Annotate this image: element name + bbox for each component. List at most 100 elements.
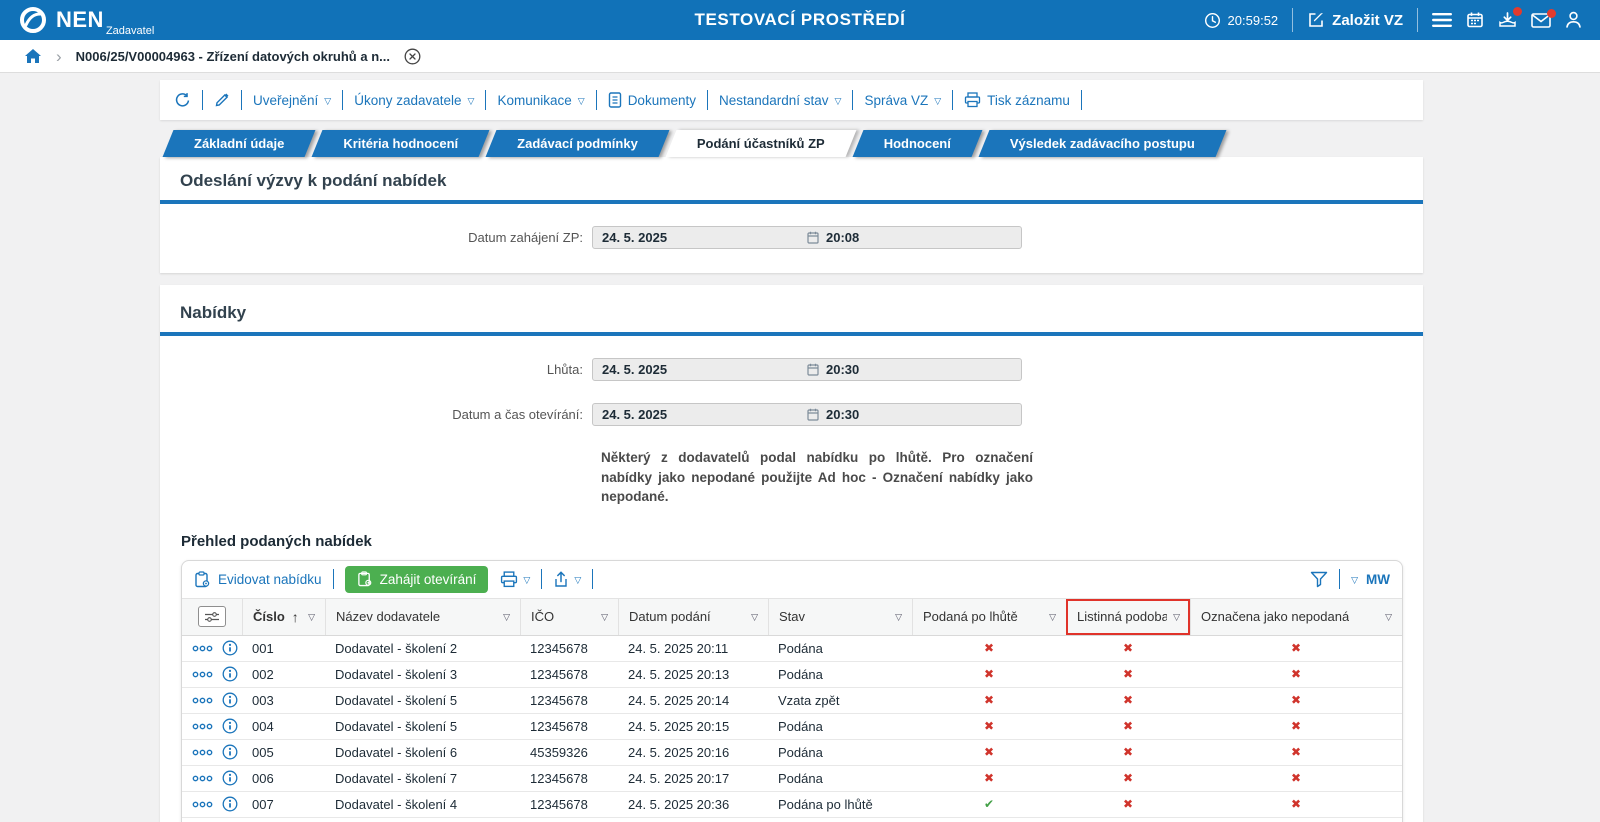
calendar-small-icon <box>807 231 819 244</box>
export-button[interactable]: ▽ <box>553 571 581 588</box>
oteviani-field[interactable]: 24. 5. 2025 20:30 <box>592 403 1022 426</box>
row-menu-icon[interactable] <box>192 775 213 782</box>
time-value: 20:30 <box>826 407 859 422</box>
print-record-button[interactable]: Tisk záznamu <box>964 92 1070 108</box>
cell-podana-po-lhute: ✔ <box>912 797 1066 811</box>
date-value: 24. 5. 2025 <box>593 230 667 245</box>
filter-icon[interactable] <box>1310 571 1328 588</box>
undo-button[interactable] <box>174 92 191 109</box>
tab-5[interactable]: Hodnocení <box>858 130 977 157</box>
column-header-po_lhute[interactable]: Podaná po lhůtě▽ <box>912 599 1066 635</box>
chevron-down-icon: ▽ <box>324 96 331 107</box>
row-menu-icon[interactable] <box>192 749 213 756</box>
tab-3[interactable]: Zadávací podmínky <box>491 130 664 157</box>
cell-oznacena-jako-nepodana: ✖ <box>1190 667 1402 681</box>
chevron-down-icon: ▽ <box>468 96 475 107</box>
cell-listinna-podoba: ✖ <box>1066 719 1190 733</box>
column-header-nepodana[interactable]: Označena jako nepodaná▽ <box>1190 599 1402 635</box>
edit-button[interactable] <box>214 92 230 108</box>
calendar-button[interactable] <box>1466 11 1484 29</box>
cell-datum-podani: 24. 5. 2025 20:36 <box>618 797 768 812</box>
table-row[interactable]: 006 Dodavatel - školení 7 12345678 24. 5… <box>182 766 1402 792</box>
offers-table-header: Číslo↑▽Název dodavatele▽IČO▽Datum podání… <box>182 598 1402 636</box>
row-menu-icon[interactable] <box>192 697 213 704</box>
chevron-down-icon: ▽ <box>934 96 941 107</box>
tab-4[interactable]: Podání účastníků ZP <box>671 130 851 157</box>
chevron-down-icon: ▽ <box>578 96 585 107</box>
evidovat-nabidku-button[interactable]: Evidovat nabídku <box>194 571 322 588</box>
menu-uverejneni[interactable]: Uveřejnění▽ <box>253 93 331 108</box>
menu-ukony-zadavatele[interactable]: Úkony zadavatele▽ <box>354 93 474 108</box>
cell-datum-podani: 24. 5. 2025 20:17 <box>618 771 768 786</box>
cell-stav: Podána po lhůtě <box>768 797 912 812</box>
breadcrumb-item[interactable]: N006/25/V00004963 - Zřízení datových okr… <box>76 49 390 64</box>
tab-1[interactable]: Základní údaje <box>168 130 310 157</box>
datum-zahajeni-field[interactable]: 24. 5. 2025 20:08 <box>592 226 1022 249</box>
column-header-stav[interactable]: Stav▽ <box>768 599 912 635</box>
home-icon[interactable] <box>24 48 42 64</box>
column-header-listinna[interactable]: Listinná podoba▽ <box>1066 599 1190 635</box>
cell-stav: Podána <box>768 771 912 786</box>
column-header-ico[interactable]: IČO▽ <box>520 599 618 635</box>
divider <box>333 569 334 589</box>
column-header-nazev[interactable]: Název dodavatele▽ <box>325 599 520 635</box>
cell-oznacena-jako-nepodana: ✖ <box>1190 771 1402 785</box>
table-row[interactable]: 001 Dodavatel - školení 2 12345678 24. 5… <box>182 636 1402 662</box>
lhuta-field[interactable]: 24. 5. 2025 20:30 <box>592 358 1022 381</box>
table-row[interactable]: 005 Dodavatel - školení 6 45359326 24. 5… <box>182 740 1402 766</box>
row-menu-icon[interactable] <box>192 671 213 678</box>
close-icon[interactable] <box>404 48 421 65</box>
row-menu-icon[interactable] <box>192 723 213 730</box>
table-row[interactable]: 003 Dodavatel - školení 5 12345678 24. 5… <box>182 688 1402 714</box>
chevron-right-icon: › <box>56 48 62 65</box>
menu-nestandardni-stav[interactable]: Nestandardní stav▽ <box>719 93 841 108</box>
row-info-icon[interactable] <box>222 796 238 812</box>
create-vz-button[interactable]: Založit VZ <box>1307 11 1403 29</box>
divider <box>541 569 542 589</box>
menu-dokumenty[interactable]: Dokumenty <box>608 92 696 108</box>
table-row[interactable]: 008 Dodavatel - školení 6 45359326 24. 5… <box>182 818 1402 822</box>
column-header-cislo[interactable]: Číslo↑▽ <box>242 599 325 635</box>
record-toolbar: Uveřejnění▽ Úkony zadavatele▽ Komunikace… <box>160 80 1423 120</box>
cell-podana-po-lhute: ✖ <box>912 745 1066 759</box>
row-menu-icon[interactable] <box>192 645 213 652</box>
notification-dot <box>1513 7 1522 16</box>
cell-ico: 12345678 <box>520 771 618 786</box>
date-value: 24. 5. 2025 <box>593 407 667 422</box>
tab-6[interactable]: Výsledek zadávacího postupu <box>984 130 1221 157</box>
cell-datum-podani: 24. 5. 2025 20:16 <box>618 745 768 760</box>
table-row[interactable]: 007 Dodavatel - školení 4 12345678 24. 5… <box>182 792 1402 818</box>
row-info-icon[interactable] <box>222 718 238 734</box>
row-info-icon[interactable] <box>222 744 238 760</box>
time-value: 20:08 <box>826 230 859 245</box>
zahajit-oteviani-button[interactable]: Zahájit otevírání <box>345 566 489 593</box>
filter-caret-icon: ▽ <box>1043 612 1056 623</box>
cell-ico: 12345678 <box>520 719 618 734</box>
calendar-icon <box>1466 11 1484 29</box>
downloads-button[interactable] <box>1498 11 1517 29</box>
messages-button[interactable] <box>1531 13 1551 28</box>
row-info-icon[interactable] <box>222 640 238 656</box>
user-profile-button[interactable] <box>1565 11 1582 29</box>
user-icon <box>1565 11 1582 29</box>
menu-button[interactable] <box>1432 12 1452 28</box>
print-table-button[interactable]: ▽ <box>500 571 530 588</box>
menu-sprava-vz[interactable]: Správa VZ▽ <box>864 93 941 108</box>
table-row[interactable]: 004 Dodavatel - školení 5 12345678 24. 5… <box>182 714 1402 740</box>
chevron-down-icon: ▽ <box>574 575 581 586</box>
column-settings-button[interactable] <box>198 606 226 627</box>
row-menu-icon[interactable] <box>192 801 213 808</box>
chevron-down-icon[interactable]: ▽ <box>1351 575 1358 586</box>
table-row[interactable]: 002 Dodavatel - školení 3 12345678 24. 5… <box>182 662 1402 688</box>
tab-2[interactable]: Kritéria hodnocení <box>317 130 484 157</box>
menu-komunikace[interactable]: Komunikace▽ <box>497 93 584 108</box>
column-header-datum[interactable]: Datum podání▽ <box>618 599 768 635</box>
field-label-datum-zahajeni: Datum zahájení ZP: <box>160 230 592 245</box>
row-info-icon[interactable] <box>222 770 238 786</box>
nen-brand[interactable]: NENZadavatel <box>18 5 154 35</box>
row-info-icon[interactable] <box>222 666 238 682</box>
cell-cislo: 005 <box>242 745 325 760</box>
user-views-badge[interactable]: MW <box>1366 572 1390 587</box>
row-info-icon[interactable] <box>222 692 238 708</box>
cell-podana-po-lhute: ✖ <box>912 641 1066 655</box>
